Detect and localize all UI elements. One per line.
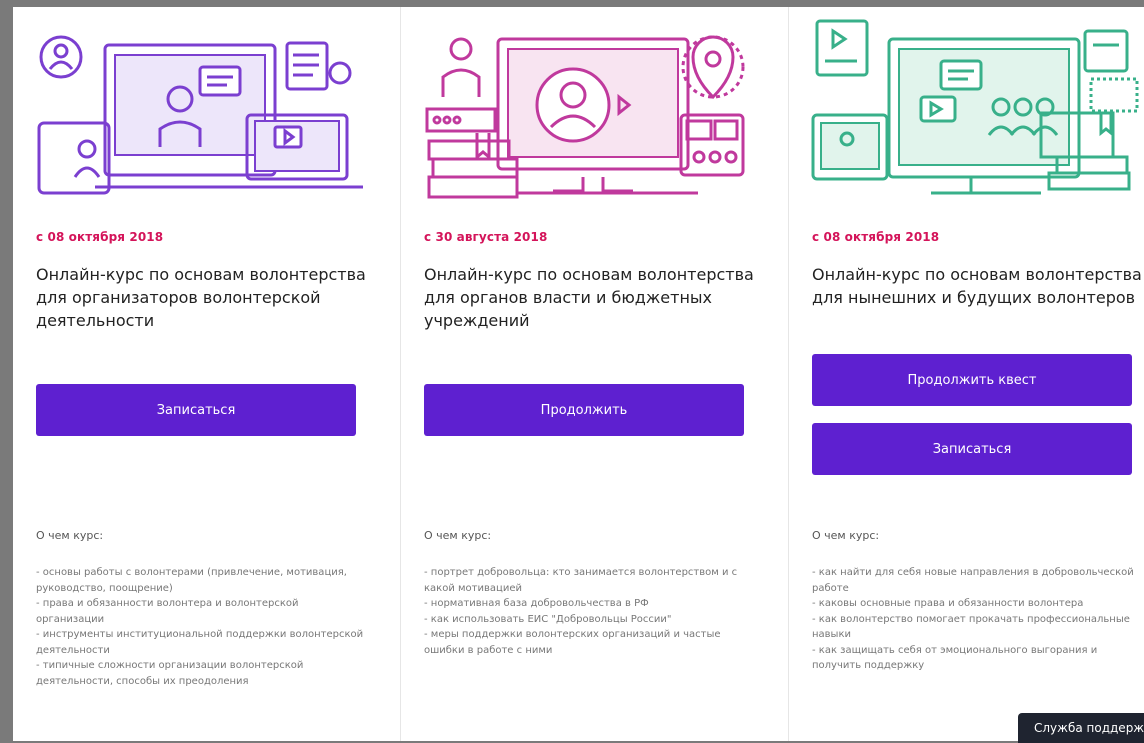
government-course-illustration xyxy=(425,35,745,199)
course-topics-list: - портрет добровольца: кто занимается во… xyxy=(424,565,754,658)
list-item: - меры поддержки волонтерских организаци… xyxy=(424,629,721,656)
about-course-label: О чем курс: xyxy=(812,529,880,542)
list-item: - как защищать себя от эмоционального вы… xyxy=(812,644,1098,672)
course-card-volunteers: с 08 октября 2018 Онлайн-курс по основам… xyxy=(789,7,1144,741)
list-item: - как использовать ЕИС "Добровольцы Росс… xyxy=(424,613,672,625)
course-title[interactable]: Онлайн-курс по основам волонтерства для … xyxy=(812,263,1142,309)
course-date: с 08 октября 2018 xyxy=(36,230,164,244)
list-item: - права и обязанности волонтера и волонт… xyxy=(36,598,299,625)
continue-quest-button[interactable]: Продолжить квест xyxy=(812,354,1132,406)
course-date: с 08 октября 2018 xyxy=(812,230,940,244)
course-title[interactable]: Онлайн-курс по основам волонтерства для … xyxy=(424,263,754,332)
courses-page: с 08 октября 2018 Онлайн-курс по основам… xyxy=(13,7,1144,741)
enroll-button[interactable]: Записаться xyxy=(812,423,1132,475)
course-title[interactable]: Онлайн-курс по основам волонтерства для … xyxy=(36,263,366,332)
continue-button[interactable]: Продолжить xyxy=(424,384,744,436)
about-course-label: О чем курс: xyxy=(36,529,104,542)
enroll-button[interactable]: Записаться xyxy=(36,384,356,436)
list-item: - портрет добровольца: кто занимается во… xyxy=(424,567,738,594)
video-course-illustration xyxy=(37,35,363,195)
list-item: - основы работы с волонтерами (привлечен… xyxy=(36,567,347,594)
list-item: - нормативная база добровольчества в РФ xyxy=(424,598,649,609)
support-chat-button[interactable]: Служба поддерж xyxy=(1018,713,1144,743)
about-course-label: О чем курс: xyxy=(424,529,492,542)
course-topics-list: - основы работы с волонтерами (привлечен… xyxy=(36,565,366,689)
list-item: - как найти для себя новые направления в… xyxy=(812,567,1134,594)
list-item: - инструменты институциональной поддержк… xyxy=(36,629,364,656)
course-card-organizers: с 08 октября 2018 Онлайн-курс по основам… xyxy=(13,7,401,741)
list-item: - каковы основные права и обязанности во… xyxy=(812,598,1084,609)
course-date: с 30 августа 2018 xyxy=(424,230,548,244)
list-item: - типичные сложности организации волонте… xyxy=(36,660,304,687)
list-item: - как волонтерство помогает прокачать пр… xyxy=(812,613,1130,641)
course-topics-list: - как найти для себя новые направления в… xyxy=(812,565,1142,674)
volunteer-course-illustration xyxy=(811,19,1139,195)
course-card-government: с 30 августа 2018 Онлайн-курс по основам… xyxy=(401,7,789,741)
